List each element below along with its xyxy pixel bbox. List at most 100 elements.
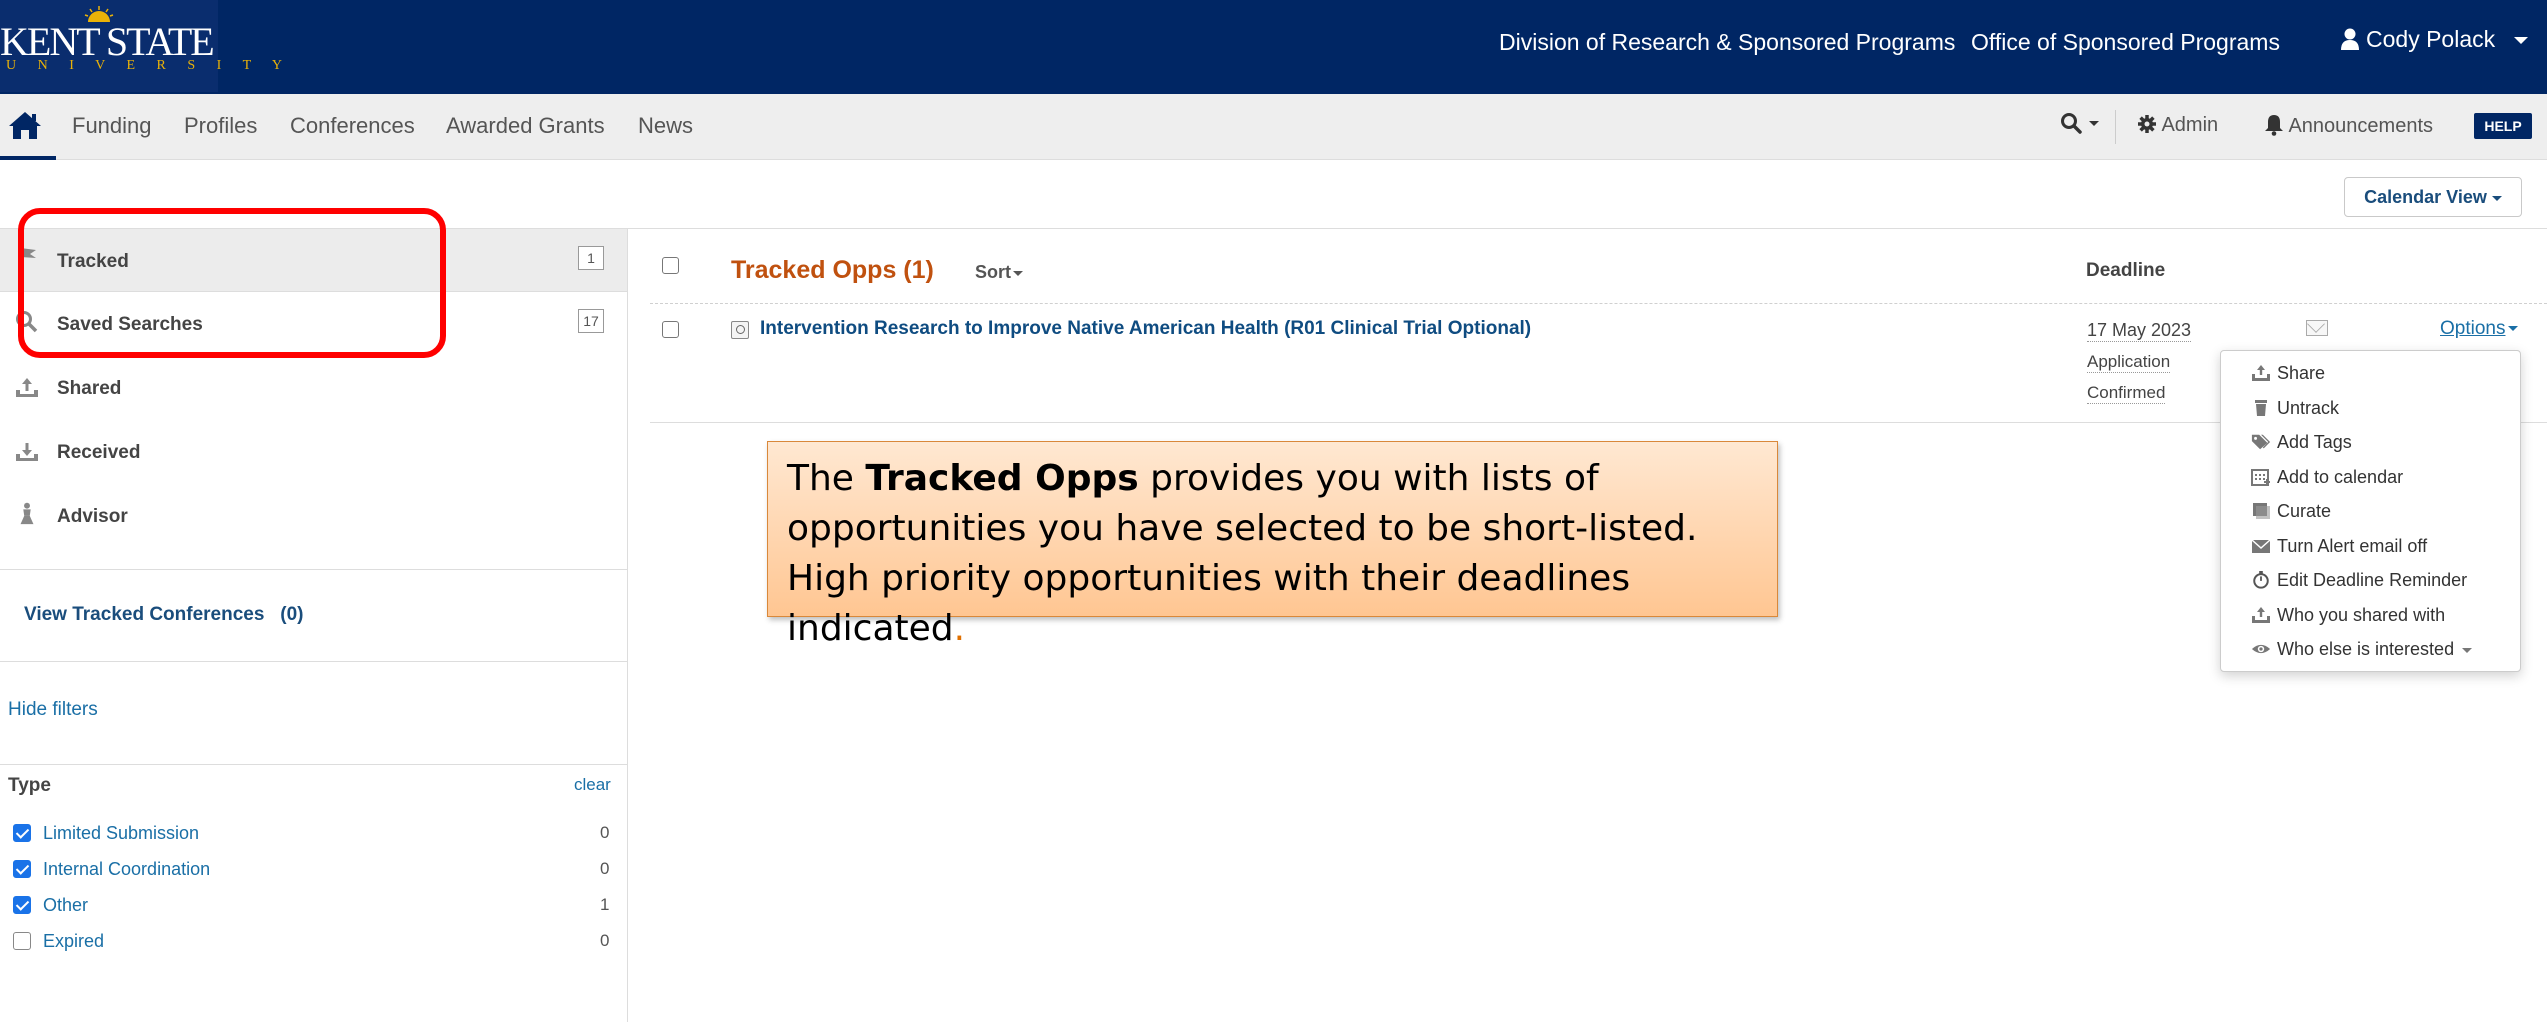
filter-label[interactable]: Other	[43, 895, 88, 916]
deadline-column-header[interactable]: Deadline	[2086, 260, 2165, 282]
home-icon	[9, 112, 41, 139]
filter-label[interactable]: Expired	[43, 931, 104, 952]
filter-internal-coordination[interactable]: Internal Coordination 0	[0, 856, 627, 886]
announcements-link[interactable]: Announcements	[2264, 114, 2433, 138]
sidebar-item-tracked[interactable]: Tracked 1	[0, 228, 627, 292]
hide-filters-link[interactable]: Hide filters	[8, 699, 98, 721]
menu-item-label: Who you shared with	[2277, 605, 2446, 625]
sidebar-item-label: Tracked	[57, 251, 129, 272]
office-link[interactable]: Office of Sponsored Programs	[1971, 29, 2280, 56]
menu-item-who-you-shared-with[interactable]: Who you shared with	[2251, 605, 2445, 635]
callout-annotation: The Tracked Opps provides you with lists…	[767, 441, 1778, 649]
menu-item-untrack[interactable]: Untrack	[2251, 398, 2339, 428]
chevron-down-icon	[2491, 195, 2502, 201]
menu-item-edit-deadline-reminder[interactable]: Edit Deadline Reminder	[2251, 570, 2467, 600]
filter-checkbox[interactable]	[13, 860, 31, 878]
sidebar-item-advisor[interactable]: Advisor	[0, 484, 627, 548]
top-bar: KENT STATE U N I V E R S I T Y Division …	[0, 0, 2547, 94]
inbox-icon	[16, 443, 38, 461]
options-label: Options	[2440, 318, 2506, 339]
menu-item-who-else-is-interested[interactable]: Who else is interested	[2251, 639, 2473, 669]
share-icon	[2252, 607, 2270, 623]
tracked-conferences-count: (0)	[280, 604, 304, 625]
eye-icon	[2251, 644, 2271, 654]
division-link[interactable]: Division of Research & Sponsored Program…	[1499, 29, 1955, 56]
bell-icon	[2265, 115, 2283, 136]
filter-type-title: Type	[8, 775, 51, 796]
filter-checkbox[interactable]	[13, 932, 31, 950]
sort-dropdown[interactable]: Sort	[975, 262, 1023, 283]
chevron-down-icon	[2508, 326, 2519, 332]
calendar-view-button[interactable]: Calendar View	[2344, 177, 2522, 217]
sidebar-item-received[interactable]: Received	[0, 420, 627, 484]
announcements-label: Announcements	[2288, 115, 2433, 137]
opportunity-checkbox[interactable]	[662, 321, 679, 338]
chevron-down-icon	[1013, 270, 1023, 276]
divider	[0, 764, 627, 765]
sidebar-item-label: Saved Searches	[57, 314, 203, 335]
menu-item-share[interactable]: Share	[2251, 363, 2325, 393]
menu-item-label: Add to calendar	[2277, 467, 2404, 487]
filter-count: 0	[600, 931, 610, 950]
preview-icon[interactable]	[731, 321, 749, 339]
nav-divider	[2115, 110, 2116, 144]
gear-icon	[2138, 115, 2156, 133]
sidebar: Tracked 1 Saved Searches 17 Shared Recei…	[0, 228, 628, 1022]
university-logo[interactable]: KENT STATE U N I V E R S I T Y	[0, 0, 282, 92]
curate-icon	[2253, 503, 2270, 519]
sidebar-item-shared[interactable]: Shared	[0, 356, 627, 420]
nav-news[interactable]: News	[638, 113, 693, 139]
deadline-status: Confirmed	[2087, 383, 2166, 404]
options-menu: Share Untrack Add Tags Add to calendar C…	[2220, 350, 2521, 672]
logo-subtext: U N I V E R S I T Y	[6, 58, 291, 73]
filter-other[interactable]: Other 1	[0, 892, 627, 922]
filter-count: 0	[600, 823, 610, 842]
view-tracked-conferences-link[interactable]: View Tracked Conferences (0)	[24, 604, 304, 626]
flag-icon	[18, 247, 36, 267]
chevron-down-icon	[2513, 37, 2528, 45]
menu-item-add-tags[interactable]: Add Tags	[2251, 432, 2352, 462]
envelope-icon	[2251, 539, 2271, 553]
filter-checkbox[interactable]	[13, 824, 31, 842]
nav-funding[interactable]: Funding	[72, 113, 152, 139]
clear-filters-link[interactable]: clear	[574, 775, 611, 795]
sidebar-item-saved-searches[interactable]: Saved Searches 17	[0, 292, 627, 356]
search-icon	[16, 311, 38, 333]
trash-icon	[2255, 400, 2267, 416]
opportunity-title-link[interactable]: Intervention Research to Improve Native …	[760, 318, 1531, 340]
nav-profiles[interactable]: Profiles	[184, 113, 257, 139]
menu-item-curate[interactable]: Curate	[2251, 501, 2331, 531]
menu-item-label: Edit Deadline Reminder	[2277, 570, 2468, 590]
menu-item-turn-alert-email-off[interactable]: Turn Alert email off	[2251, 536, 2427, 566]
home-button[interactable]	[0, 94, 56, 160]
admin-label: Admin	[2161, 114, 2219, 136]
filter-expired[interactable]: Expired 0	[0, 928, 627, 958]
filter-label[interactable]: Limited Submission	[43, 823, 199, 844]
options-dropdown-toggle[interactable]: Options	[2440, 318, 2519, 340]
envelope-icon[interactable]	[2306, 320, 2328, 336]
deadline-date: 17 May 2023	[2087, 320, 2192, 342]
menu-item-label: Turn Alert email off	[2277, 536, 2428, 556]
chevron-down-icon	[2462, 647, 2473, 653]
admin-link[interactable]: Admin	[2137, 114, 2218, 137]
share-icon	[2252, 365, 2270, 381]
user-menu[interactable]: Cody Polack	[2340, 26, 2528, 53]
search-button[interactable]	[2060, 112, 2099, 140]
filter-label[interactable]: Internal Coordination	[43, 859, 210, 880]
nav-conferences[interactable]: Conferences	[290, 113, 415, 139]
select-all-checkbox[interactable]	[662, 257, 679, 274]
menu-item-label: Add Tags	[2277, 432, 2352, 452]
help-button[interactable]: HELP	[2474, 113, 2532, 139]
chevron-down-icon	[2088, 121, 2099, 126]
user-icon	[2341, 28, 2359, 50]
sidebar-item-label: Advisor	[57, 506, 128, 527]
nav-awarded-grants[interactable]: Awarded Grants	[446, 113, 605, 139]
filter-count: 1	[600, 895, 610, 914]
sidebar-item-label: Received	[57, 442, 141, 463]
search-icon	[2061, 113, 2082, 134]
advisor-icon	[20, 502, 34, 525]
filter-limited-submission[interactable]: Limited Submission 0	[0, 820, 627, 850]
menu-item-label: Who else is interested	[2277, 639, 2455, 659]
menu-item-add-to-calendar[interactable]: Add to calendar	[2251, 467, 2403, 497]
filter-checkbox[interactable]	[13, 896, 31, 914]
